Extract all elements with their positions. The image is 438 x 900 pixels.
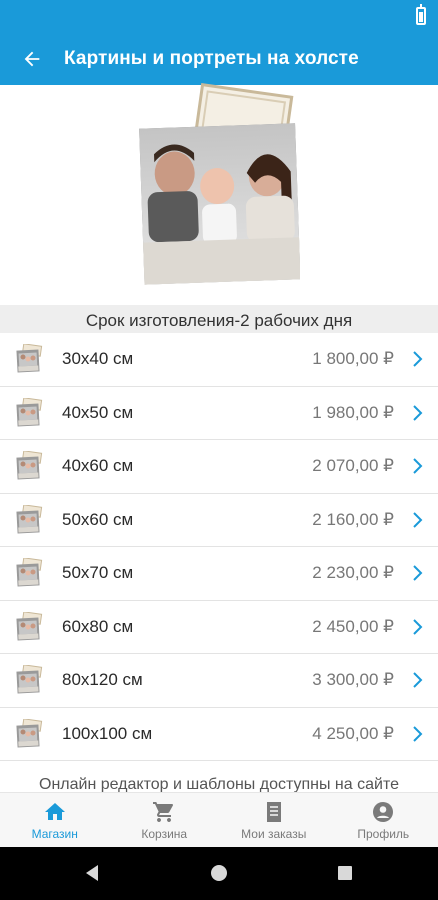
canvas-thumbnail-icon xyxy=(14,396,44,428)
system-recents-icon[interactable] xyxy=(333,861,357,885)
battery-icon xyxy=(416,4,426,25)
chevron-right-icon xyxy=(404,345,432,373)
arrow-left-icon xyxy=(24,51,40,67)
product-price: 2 230,00 ₽ xyxy=(312,563,394,583)
product-row[interactable]: 100х100 см 4 250,00 ₽ xyxy=(0,707,438,761)
product-row[interactable]: 80х120 см 3 300,00 ₽ xyxy=(0,654,438,708)
chevron-right-icon xyxy=(404,506,432,534)
canvas-thumbnail-icon xyxy=(14,450,44,481)
product-row[interactable]: 50х70 см 2 230,00 ₽ xyxy=(0,547,438,601)
chevron-right-icon xyxy=(404,720,432,748)
nav-item-cart[interactable]: Корзина xyxy=(110,793,220,847)
canvas-portrait-image xyxy=(139,83,300,285)
app-bar: Картины и портреты на холсте xyxy=(0,33,438,85)
canvas-thumbnail-icon xyxy=(14,717,44,749)
profile-icon xyxy=(371,800,395,824)
product-row[interactable]: 60х80 см 2 450,00 ₽ xyxy=(0,600,438,654)
production-time-header: Срок изготовления-2 рабочих дня xyxy=(0,305,438,333)
product-row[interactable]: 40х60 см 2 070,00 ₽ xyxy=(0,440,438,494)
back-button[interactable] xyxy=(0,33,64,85)
product-price: 3 300,00 ₽ xyxy=(312,670,394,690)
system-navigation-bar xyxy=(0,847,438,900)
nav-label: Профиль xyxy=(357,826,410,841)
product-size: 50х70 см xyxy=(62,563,134,583)
product-size: 60х80 см xyxy=(62,616,134,636)
product-size: 50х60 см xyxy=(62,509,134,529)
chevron-right-icon xyxy=(404,613,432,641)
status-bar xyxy=(0,0,438,33)
bottom-navigation: Магазин Корзина Мои заказы Профиль xyxy=(0,792,438,847)
canvas-thumbnail-icon xyxy=(14,610,44,642)
product-price: 4 250,00 ₽ xyxy=(312,723,394,743)
product-size: 40х50 см xyxy=(62,402,134,422)
nav-label: Корзина xyxy=(141,826,188,841)
product-size: 80х120 см xyxy=(62,670,143,690)
system-back-icon[interactable] xyxy=(80,861,104,885)
product-size: 30х40 см xyxy=(62,349,134,369)
chevron-right-icon xyxy=(404,452,432,480)
chevron-right-icon xyxy=(404,666,432,694)
footer-note: Онлайн редактор и шаблоны доступны на са… xyxy=(39,776,399,792)
canvas-thumbnail-icon xyxy=(14,503,44,535)
chevron-right-icon xyxy=(404,559,432,587)
cart-icon xyxy=(152,800,176,824)
page-title: Картины и портреты на холсте xyxy=(64,48,359,69)
product-price: 2 070,00 ₽ xyxy=(312,456,394,476)
canvas-thumbnail-icon xyxy=(14,557,44,588)
product-price: 1 800,00 ₽ xyxy=(312,349,394,369)
product-row[interactable]: 30х40 см 1 800,00 ₽ xyxy=(0,333,438,387)
product-row[interactable]: 40х50 см 1 980,00 ₽ xyxy=(0,386,438,440)
product-size: 40х60 см xyxy=(62,456,134,476)
canvas-thumbnail-icon xyxy=(14,343,44,374)
nav-item-orders[interactable]: Мои заказы xyxy=(219,793,329,847)
product-row[interactable]: 50х60 см 2 160,00 ₽ xyxy=(0,493,438,547)
chevron-right-icon xyxy=(404,399,432,427)
orders-icon xyxy=(262,800,286,824)
product-price: 2 450,00 ₽ xyxy=(312,616,394,636)
canvas-thumbnail-icon xyxy=(14,664,44,695)
nav-item-shop[interactable]: Магазин xyxy=(0,793,110,847)
nav-item-profile[interactable]: Профиль xyxy=(329,793,438,847)
home-icon xyxy=(43,800,67,824)
product-list: 30х40 см 1 800,00 ₽ 40х50 см 1 980,00 ₽ xyxy=(0,333,438,761)
nav-label: Магазин xyxy=(31,826,78,841)
product-price: 2 160,00 ₽ xyxy=(312,509,394,529)
system-home-icon[interactable] xyxy=(207,861,231,885)
nav-label: Мои заказы xyxy=(241,826,307,841)
hero-banner xyxy=(0,83,438,305)
product-price: 1 980,00 ₽ xyxy=(312,402,394,422)
product-size: 100х100 см xyxy=(62,723,153,743)
